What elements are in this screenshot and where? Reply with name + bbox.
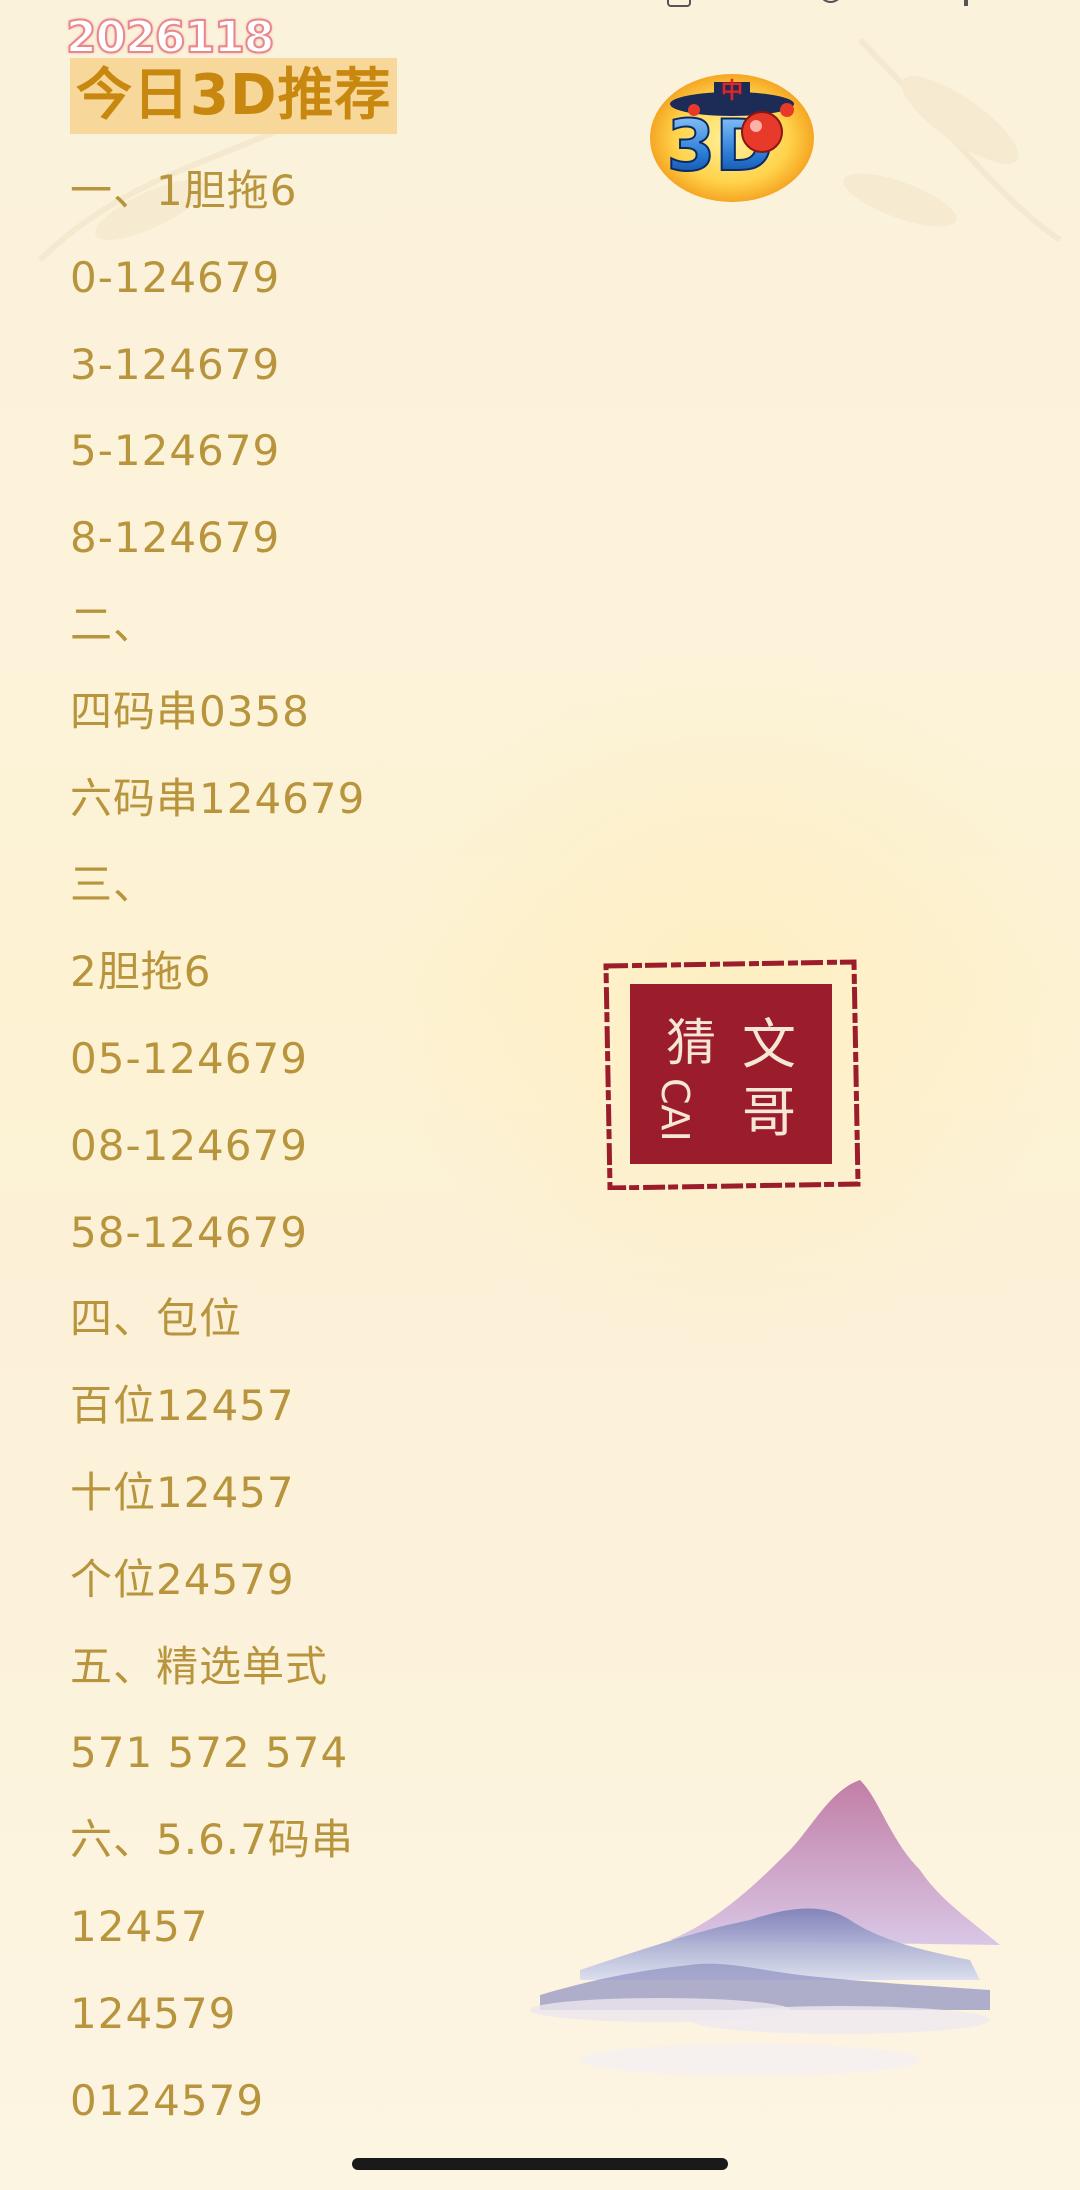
list-item: 0124579 bbox=[70, 2075, 265, 2125]
list-item: 571 572 574 bbox=[70, 1728, 349, 1778]
recommendation-list: 一、1胆拖6 0-124679 3-124679 5-124679 8-1246… bbox=[70, 160, 365, 2156]
list-item: 0-124679 bbox=[70, 252, 281, 302]
list-item: 58-124679 bbox=[70, 1207, 308, 1257]
list-item: 二、 bbox=[70, 599, 157, 649]
mountain-illustration bbox=[530, 1780, 1000, 2076]
list-item: 05-124679 bbox=[70, 1033, 308, 1083]
list-item: 3-124679 bbox=[70, 339, 281, 389]
logo-top-char: 中 bbox=[721, 79, 743, 104]
list-item: 十位12457 bbox=[70, 1467, 295, 1517]
seal-char-cai: 猜 bbox=[666, 1014, 716, 1072]
list-item: 六码串124679 bbox=[70, 773, 366, 823]
list-item: 124579 bbox=[70, 1988, 237, 2038]
list-item: 08-124679 bbox=[70, 1120, 308, 1170]
date-stamp: 2026118 bbox=[65, 11, 275, 64]
list-item: 5-124679 bbox=[70, 426, 281, 476]
list-item: 四、包位 bbox=[70, 1294, 243, 1344]
list-item: 个位24579 bbox=[70, 1554, 295, 1604]
3d-lottery-logo: 中 3D bbox=[650, 74, 814, 202]
list-item: 百位12457 bbox=[70, 1381, 295, 1431]
list-item: 四码串0358 bbox=[70, 686, 310, 736]
home-indicator[interactable] bbox=[352, 2158, 728, 2170]
page-title: 今日3D推荐 bbox=[70, 58, 398, 134]
list-item: 一、1胆拖6 bbox=[70, 166, 298, 215]
list-item: 五、精选单式 bbox=[70, 1641, 329, 1691]
list-item: 2胆拖6 bbox=[70, 947, 212, 997]
seal-text-cai-latin: CAI bbox=[653, 1078, 697, 1142]
seal-char-ge: 哥 bbox=[742, 1081, 796, 1144]
list-item: 六、5.6.7码串 bbox=[70, 1815, 354, 1865]
seal-stamp: 文 哥 猜 CAI bbox=[600, 958, 862, 1190]
list-item: 三、 bbox=[70, 860, 157, 910]
list-item: 8-124679 bbox=[70, 513, 281, 563]
list-item: 12457 bbox=[70, 1901, 209, 1951]
seal-char-wen: 文 bbox=[742, 1013, 796, 1076]
status-bar-icons bbox=[667, 0, 968, 7]
